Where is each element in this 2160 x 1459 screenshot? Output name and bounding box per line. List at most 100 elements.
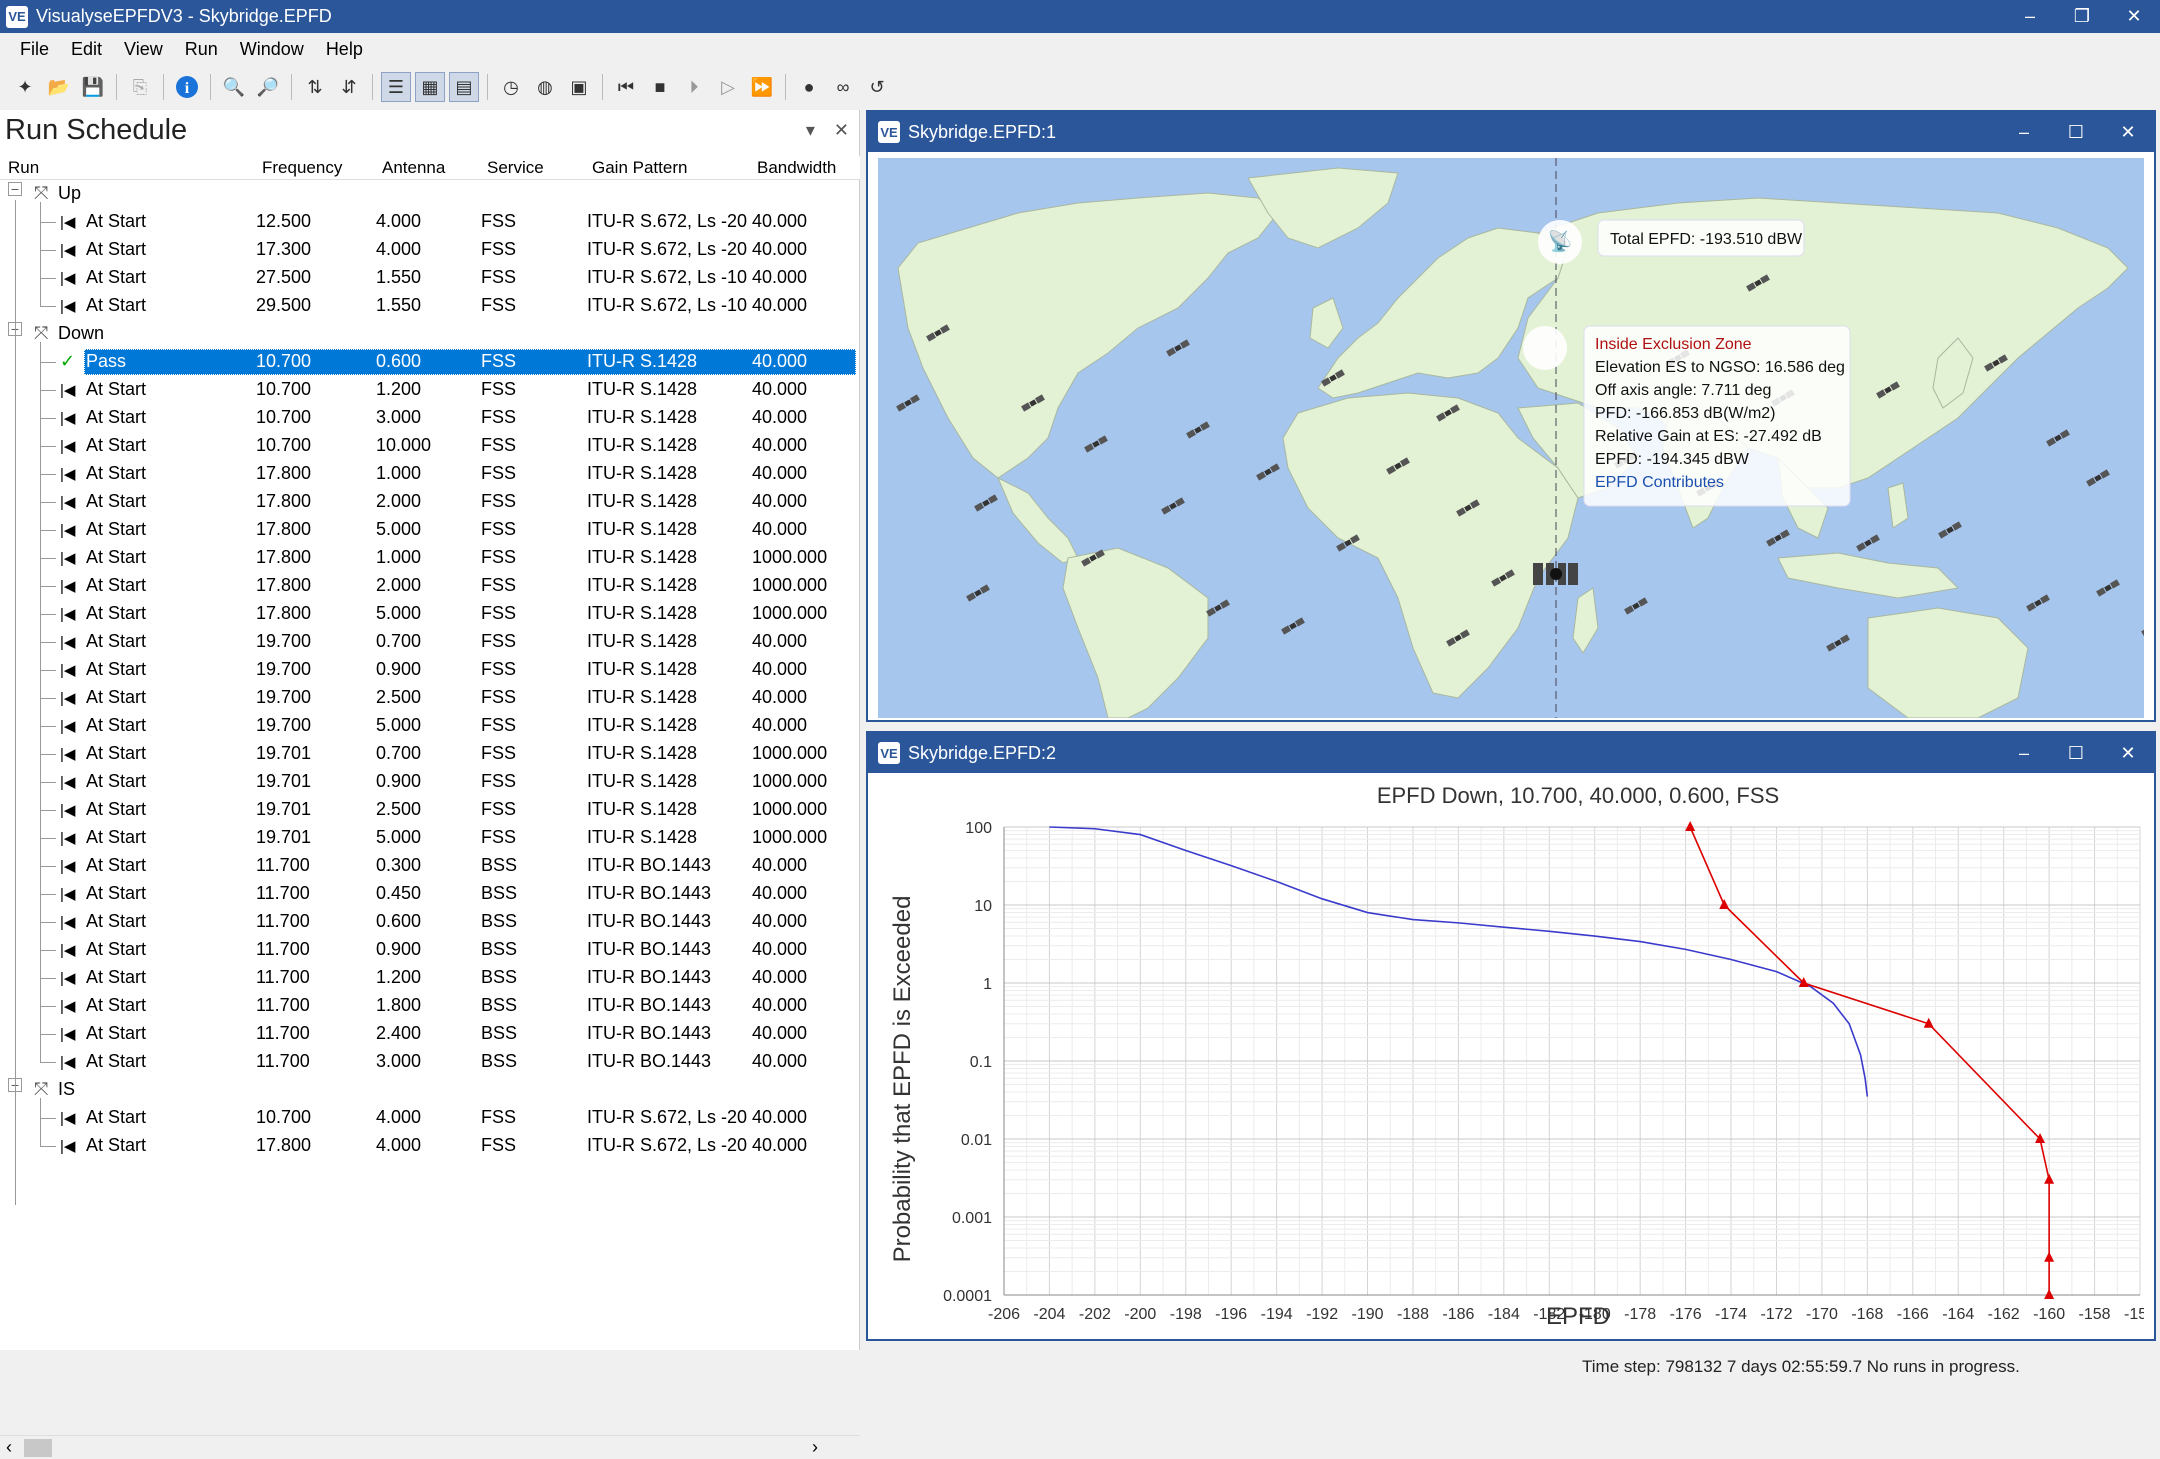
table-row[interactable]: |◀ At Start 19.700 2.500 FSS ITU-R S.1428 40.0… [0, 684, 860, 712]
table-row[interactable]: |◀ At Start 10.700 10.000 FSS ITU-R S.1428 40.… [0, 432, 860, 460]
chart-close-button[interactable]: ✕ [2102, 733, 2154, 773]
info-icon[interactable]: i [172, 72, 202, 102]
table-row[interactable]: |◀ At Start 19.700 5.000 FSS ITU-R S.1428 40.0… [0, 712, 860, 740]
copy-icon[interactable]: ⎘ [125, 72, 155, 102]
disconnect-icon[interactable]: ⇵ [334, 72, 364, 102]
table-row[interactable]: |◀ At Start 11.700 0.900 BSS ITU-R BO.1443 40.… [0, 936, 860, 964]
zoom-in-icon[interactable]: 🔍 [219, 72, 249, 102]
tree-group-down[interactable]: −⤧Down [0, 320, 860, 348]
chart-view-icon[interactable]: ▤ [449, 72, 479, 102]
table-row[interactable]: |◀ At Start 11.700 2.400 BSS ITU-R BO.1443 40.… [0, 1020, 860, 1048]
scroll-left-icon[interactable]: ‹ [6, 1437, 12, 1458]
table-row[interactable]: |◀ At Start 19.700 0.700 FSS ITU-R S.1428 40.0… [0, 628, 860, 656]
scroll-thumb[interactable] [24, 1439, 52, 1457]
horizontal-scrollbar[interactable]: ‹ › [0, 1435, 860, 1459]
data-point-marker[interactable] [2044, 1289, 2055, 1299]
column-header-frequency[interactable]: Frequency [262, 158, 342, 178]
table-row[interactable]: |◀ At Start 11.700 0.450 BSS ITU-R BO.1443 40.… [0, 880, 860, 908]
world-map[interactable]: 📡 Total EPFD: -193.510 dBW Inside Exclus… [878, 158, 2144, 718]
table-row[interactable]: |◀ At Start 19.701 2.500 FSS ITU-R S.1428 1000… [0, 796, 860, 824]
chart-maximize-button[interactable]: ☐ [2050, 733, 2102, 773]
map-minimize-button[interactable]: – [1998, 112, 2050, 152]
play-icon[interactable]: ▷ [713, 72, 743, 102]
expand-toggle-icon[interactable]: − [8, 182, 22, 196]
clock-icon[interactable]: ◷ [496, 72, 526, 102]
toolbar-separator [602, 74, 603, 100]
chart-minimize-button[interactable]: – [1998, 733, 2050, 773]
table-row[interactable]: |◀ At Start 17.800 5.000 FSS ITU-R S.1428 1000… [0, 600, 860, 628]
menu-view[interactable]: View [124, 39, 163, 60]
pin-button[interactable]: ▾ [806, 120, 815, 140]
fast-forward-icon[interactable]: ⏩ [747, 72, 777, 102]
globe-icon[interactable]: ◍ [530, 72, 560, 102]
cell-bandwidth: 1000.000 [752, 771, 828, 791]
connect-icon[interactable]: ⇅ [300, 72, 330, 102]
map-close-button[interactable]: ✕ [2102, 112, 2154, 152]
step-icon[interactable]: ⏵ [679, 72, 709, 102]
table-row[interactable]: |◀ At Start 17.800 5.000 FSS ITU-R S.1428 40.0… [0, 516, 860, 544]
table-row[interactable]: |◀ At Start 17.800 4.000 FSS ITU-R S.672, Ls … [0, 1132, 860, 1160]
group-label: IS [58, 1079, 76, 1099]
table-row[interactable]: |◀ At Start 11.700 0.600 BSS ITU-R BO.1443 40.… [0, 908, 860, 936]
table-row[interactable]: |◀ At Start 12.500 4.000 FSS ITU-R S.672, Ls … [0, 208, 860, 236]
menu-edit[interactable]: Edit [71, 39, 102, 60]
column-header-gain-pattern[interactable]: Gain Pattern [592, 158, 687, 178]
table-row[interactable]: |◀ At Start 17.800 1.000 FSS ITU-R S.1428 40.0… [0, 460, 860, 488]
map-view-icon[interactable]: ▦ [415, 72, 445, 102]
column-header-run[interactable]: Run [8, 158, 39, 178]
table-row[interactable]: |◀ At Start 27.500 1.550 FSS ITU-R S.672, Ls … [0, 264, 860, 292]
table-row[interactable]: |◀ At Start 19.701 0.700 FSS ITU-R S.1428 1000… [0, 740, 860, 768]
table-row[interactable]: |◀ At Start 17.800 2.000 FSS ITU-R S.1428 40.0… [0, 488, 860, 516]
column-header-service[interactable]: Service [487, 158, 544, 178]
calculator-icon[interactable]: ▣ [564, 72, 594, 102]
tree-group-up[interactable]: − ⤧ Up [0, 180, 860, 208]
table-row[interactable]: ✓ Pass 10.700 0.600 FSS ITU-R S.1428 40.000 [0, 348, 860, 376]
scroll-right-icon[interactable]: › [812, 1437, 818, 1458]
table-row[interactable]: |◀ At Start 17.800 1.000 FSS ITU-R S.1428 1000… [0, 544, 860, 572]
skip-start-icon[interactable]: ⏮ [611, 72, 641, 102]
column-header-antenna[interactable]: Antenna [382, 158, 445, 178]
menu-file[interactable]: File [20, 39, 49, 60]
save-icon[interactable]: 💾 [78, 72, 108, 102]
chart-window[interactable]: VE Skybridge.EPFD:2 – ☐ ✕ -206 -204 -202 -2… [866, 731, 2156, 1341]
data-point-marker[interactable] [1685, 821, 1696, 831]
table-row[interactable]: |◀ At Start 19.701 5.000 FSS ITU-R S.1428 1000… [0, 824, 860, 852]
table-row[interactable]: |◀ At Start 11.700 1.200 BSS ITU-R BO.1443 40.… [0, 964, 860, 992]
minimize-button[interactable]: – [2004, 0, 2056, 33]
stop-icon[interactable]: ■ [645, 72, 675, 102]
checklist-icon[interactable]: ☰ [381, 72, 411, 102]
table-row[interactable]: |◀ At Start 10.700 1.200 FSS ITU-R S.1428 40.0… [0, 376, 860, 404]
chain-icon[interactable]: ∞ [828, 72, 858, 102]
table-row[interactable]: |◀ At Start 10.700 4.000 FSS ITU-R S.672, Ls … [0, 1104, 860, 1132]
zoom-out-icon[interactable]: 🔎 [253, 72, 283, 102]
open-icon[interactable]: 📂 [44, 72, 74, 102]
restore-button[interactable]: ❐ [2056, 0, 2108, 33]
close-button[interactable]: ✕ [2108, 0, 2160, 33]
data-point-marker[interactable] [2044, 1251, 2055, 1262]
table-row[interactable]: |◀ At Start 17.800 2.000 FSS ITU-R S.1428 1000… [0, 572, 860, 600]
table-row[interactable]: |◀ At Start 10.700 3.000 FSS ITU-R S.1428 40.0… [0, 404, 860, 432]
table-row[interactable]: |◀ At Start 19.700 0.900 FSS ITU-R S.1428 40.0… [0, 656, 860, 684]
table-row[interactable]: |◀ At Start 19.701 0.900 FSS ITU-R S.1428 1000… [0, 768, 860, 796]
epfd-chart[interactable]: -206 -204 -202 -200 -198 -196 -194 -192 -190 -188… [878, 779, 2144, 1335]
cell-frequency: 17.800 [256, 463, 312, 483]
table-row[interactable]: |◀ At Start 11.700 0.300 BSS ITU-R BO.1443 40.… [0, 852, 860, 880]
map-window[interactable]: VE Skybridge.EPFD:1 – ☐ ✕ 📡 Total EPFD: … [866, 110, 2156, 722]
link-icon[interactable]: ● [794, 72, 824, 102]
new-icon[interactable]: ✦ [10, 72, 40, 102]
map-maximize-button[interactable]: ☐ [2050, 112, 2102, 152]
table-row[interactable]: |◀ At Start 11.700 1.800 BSS ITU-R BO.1443 40.… [0, 992, 860, 1020]
info-footer-link[interactable]: EPFD Contributes [1595, 474, 1724, 491]
menu-window[interactable]: Window [240, 39, 304, 60]
menu-help[interactable]: Help [326, 39, 363, 60]
tree-group-is[interactable]: −⤧IS [0, 1076, 860, 1104]
menu-run[interactable]: Run [185, 39, 218, 60]
table-row[interactable]: |◀ At Start 17.300 4.000 FSS ITU-R S.672, Ls … [0, 236, 860, 264]
column-header-bandwidth[interactable]: Bandwidth [757, 158, 836, 178]
table-row[interactable]: |◀ At Start 29.500 1.550 FSS ITU-R S.672, Ls … [0, 292, 860, 320]
reset-icon[interactable]: ↺ [862, 72, 892, 102]
table-row[interactable]: |◀ At Start 11.700 3.000 BSS ITU-R BO.1443 40.… [0, 1048, 860, 1076]
data-point-marker[interactable] [2044, 1173, 2055, 1184]
data-point-marker[interactable] [1719, 899, 1730, 909]
panel-close-button[interactable]: ✕ [834, 120, 849, 140]
